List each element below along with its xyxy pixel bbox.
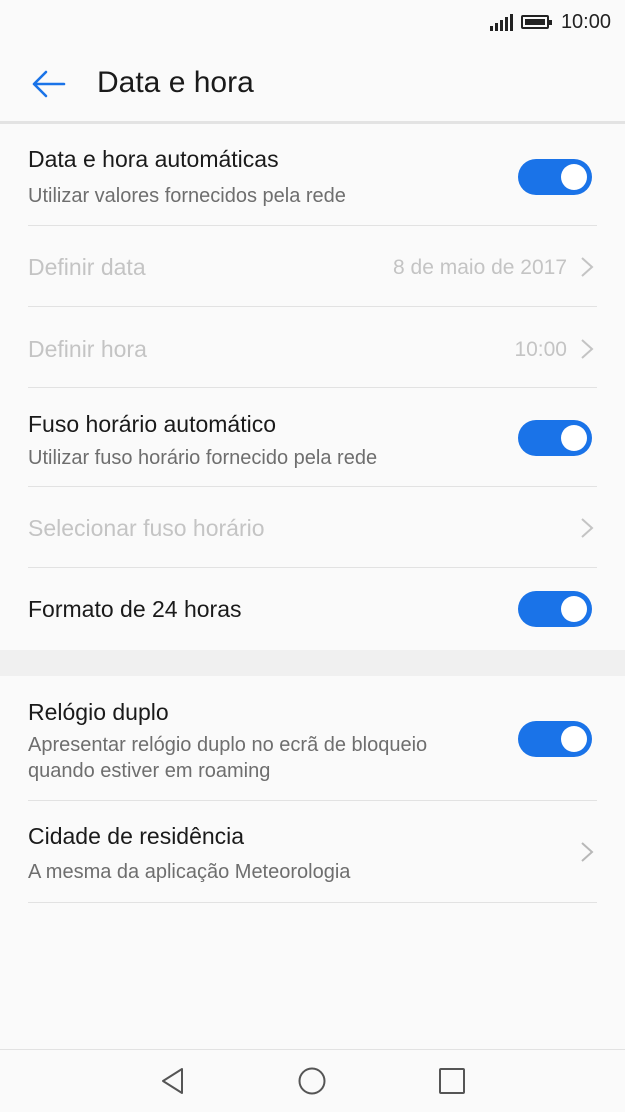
chevron-right-icon [581,339,594,359]
page-title: Data e hora [97,66,254,99]
triangle-back-icon [162,1068,183,1094]
set-date-row[interactable]: Definir data 8 de maio de 2017 [28,226,597,307]
auto-datetime-summary: Utilizar valores fornecidos pela rede [28,185,346,207]
home-city-row[interactable]: Cidade de residência A mesma da aplicaçã… [28,801,597,903]
auto-timezone-summary: Utilizar fuso horário fornecido pela red… [28,447,378,469]
nav-home-button[interactable] [297,1066,327,1096]
dual-clock-label: Relógio duplo [28,699,169,725]
auto-timezone-label: Fuso horário automático [28,411,277,437]
select-timezone-label: Selecionar fuso horário [28,515,265,541]
status-time: 10:00 [560,10,611,33]
circle-home-icon [298,1067,326,1095]
toggle-knob [561,425,587,451]
toggle-knob [561,596,587,622]
square-recents-icon [439,1068,465,1094]
nav-recents-button[interactable] [437,1066,467,1096]
set-time-row[interactable]: Definir hora 10:00 [28,307,597,388]
format-24h-toggle[interactable] [518,591,592,627]
section-separator [0,650,625,676]
dual-clock-toggle[interactable] [518,721,592,757]
toggle-knob [561,726,587,752]
format-24h-row[interactable]: Formato de 24 horas [28,568,597,650]
set-time-label: Definir hora [28,336,147,362]
select-timezone-row[interactable]: Selecionar fuso horário [28,487,597,568]
auto-datetime-label: Data e hora automáticas [28,146,279,172]
dual-clock-summary-line1: Apresentar relógio duplo no ecrã de bloq… [28,734,428,756]
status-bar: 10:00 [0,0,625,44]
divider [28,902,597,903]
home-city-label: Cidade de residência [28,823,245,849]
battery-icon [520,15,552,29]
auto-datetime-row[interactable]: Data e hora automáticas Utilizar valores… [28,124,597,226]
chevron-right-icon [581,518,594,538]
navigation-bar [0,1049,625,1112]
auto-timezone-row[interactable]: Fuso horário automático Utilizar fuso ho… [28,388,597,487]
set-time-value: 10:00 [514,338,567,361]
nav-back-button[interactable] [158,1066,188,1096]
toggle-knob [561,164,587,190]
dual-clock-row[interactable]: Relógio duplo Apresentar relógio duplo n… [28,676,597,801]
back-button[interactable] [28,64,68,104]
signal-icon [489,13,513,31]
home-city-summary: A mesma da aplicação Meteorologia [28,861,351,883]
set-date-value: 8 de maio de 2017 [393,256,567,279]
chevron-right-icon [581,842,594,862]
app-bar: Data e hora [0,44,625,122]
back-arrow-icon [32,70,66,98]
format-24h-label: Formato de 24 horas [28,596,242,622]
auto-datetime-toggle[interactable] [518,159,592,195]
set-date-label: Definir data [28,254,146,280]
auto-timezone-toggle[interactable] [518,420,592,456]
dual-clock-summary-line2: quando estiver em roaming [28,760,271,782]
chevron-right-icon [581,257,594,277]
